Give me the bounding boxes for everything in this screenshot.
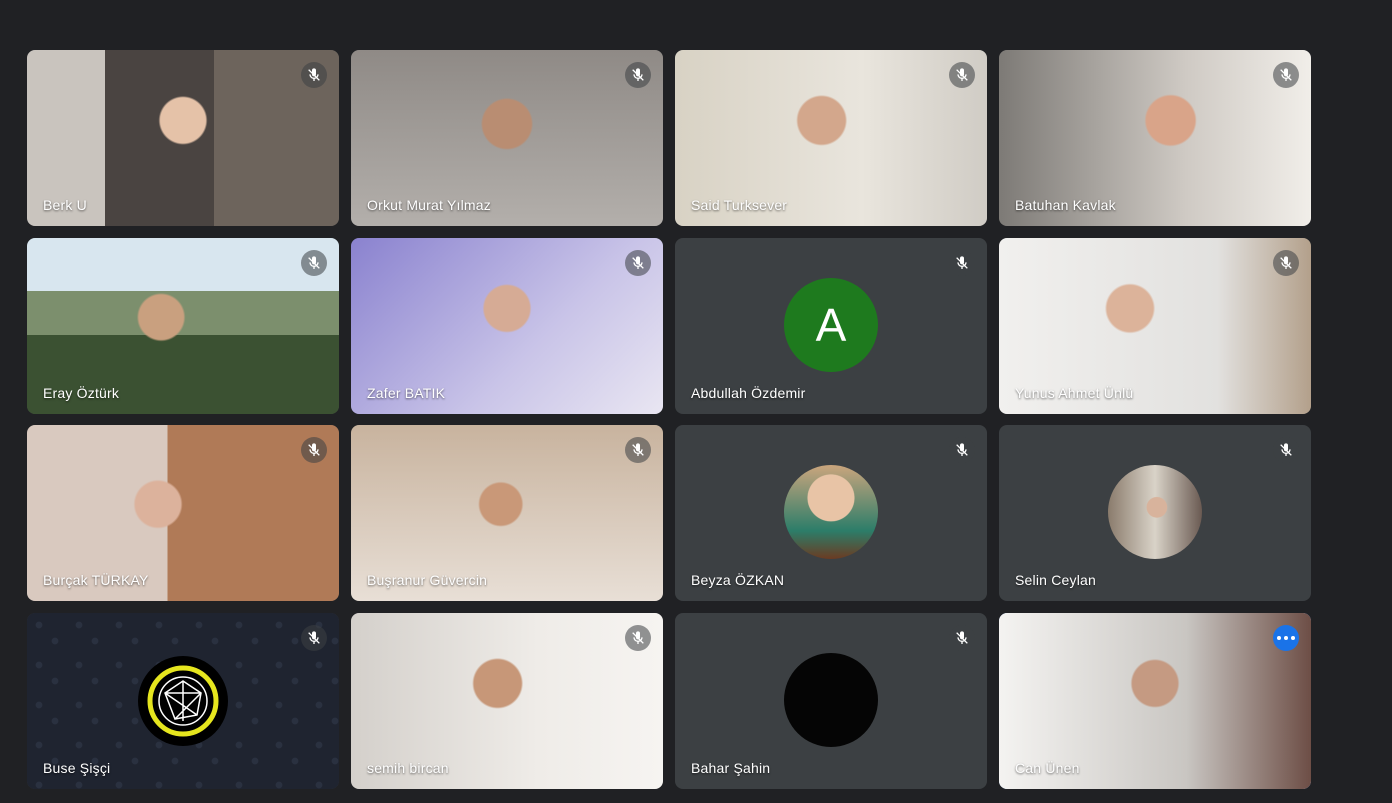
participant-tile[interactable]: Burçak TÜRKAY — [27, 425, 339, 602]
participant-name: Selin Ceylan — [1015, 572, 1096, 589]
mic-muted-icon — [949, 249, 975, 276]
avatar: A — [784, 277, 878, 372]
mic-muted-icon — [301, 249, 327, 276]
participant-tile[interactable]: Batuhan Kavlak — [999, 50, 1311, 226]
participant-name: Abdullah Özdemir — [691, 384, 806, 401]
participant-grid: Berk U Orkut Murat Yılmaz Said Turksever… — [27, 50, 1311, 789]
participant-name: semih bircan — [367, 759, 449, 776]
participant-name: Berk U — [43, 197, 87, 213]
participant-name: Buşranur Güvercin — [367, 572, 488, 589]
participant-name: Zafer BATIK — [367, 384, 446, 401]
mic-muted-icon — [949, 624, 975, 651]
participant-tile[interactable]: Buşranur Güvercin — [351, 425, 663, 602]
participant-tile[interactable]: Berk U — [27, 50, 339, 226]
participant-tile[interactable]: Beyza ÖZKAN — [675, 425, 987, 602]
participant-tile[interactable]: Yunus Ahmet Ünlü — [999, 237, 1311, 414]
mic-muted-icon — [1273, 249, 1299, 276]
mic-muted-icon — [301, 624, 327, 651]
participant-tile[interactable]: Orkut Murat Yılmaz — [351, 50, 663, 226]
participant-name: Eray Öztürk — [43, 384, 120, 401]
participant-name: Can Ünen — [1015, 759, 1080, 776]
participant-name: Yunus Ahmet Ünlü — [1015, 384, 1134, 401]
avatar — [784, 652, 878, 747]
participant-tile[interactable]: semih bircan — [351, 612, 663, 789]
participant-name: Buse Şişçi — [43, 759, 111, 776]
participant-tile[interactable]: Bahar Şahin — [675, 612, 987, 789]
participant-tile-active[interactable]: Can Ünen — [999, 612, 1311, 789]
participant-name: Said Turksever — [691, 197, 788, 213]
mic-muted-icon — [625, 249, 651, 276]
mic-muted-icon — [625, 437, 651, 464]
mic-muted-icon — [301, 437, 327, 464]
participant-name: Burçak TÜRKAY — [43, 572, 149, 589]
avatar — [1108, 465, 1202, 560]
participant-name: Batuhan Kavlak — [1015, 197, 1116, 213]
participant-tile[interactable]: Said Turksever — [675, 50, 987, 226]
mic-muted-icon — [625, 62, 651, 88]
avatar — [784, 465, 878, 560]
mic-muted-icon — [1273, 437, 1299, 464]
mic-muted-icon — [301, 62, 327, 88]
more-options-icon[interactable] — [1273, 624, 1299, 651]
participant-tile[interactable]: A Abdullah Özdemir — [675, 237, 987, 414]
participant-tile[interactable]: Eray Öztürk — [27, 237, 339, 414]
mic-muted-icon — [1273, 62, 1299, 88]
participant-tile[interactable]: Selin Ceylan — [999, 425, 1311, 602]
mic-muted-icon — [625, 624, 651, 651]
mic-muted-icon — [949, 62, 975, 88]
logo-icon — [138, 655, 228, 746]
participant-name: Orkut Murat Yılmaz — [367, 197, 491, 213]
participant-tile[interactable]: Buse Şişçi — [27, 612, 339, 789]
participant-name: Bahar Şahin — [691, 759, 771, 776]
mic-muted-icon — [949, 437, 975, 464]
participant-name: Beyza ÖZKAN — [691, 572, 785, 589]
participant-tile[interactable]: Zafer BATIK — [351, 237, 663, 414]
